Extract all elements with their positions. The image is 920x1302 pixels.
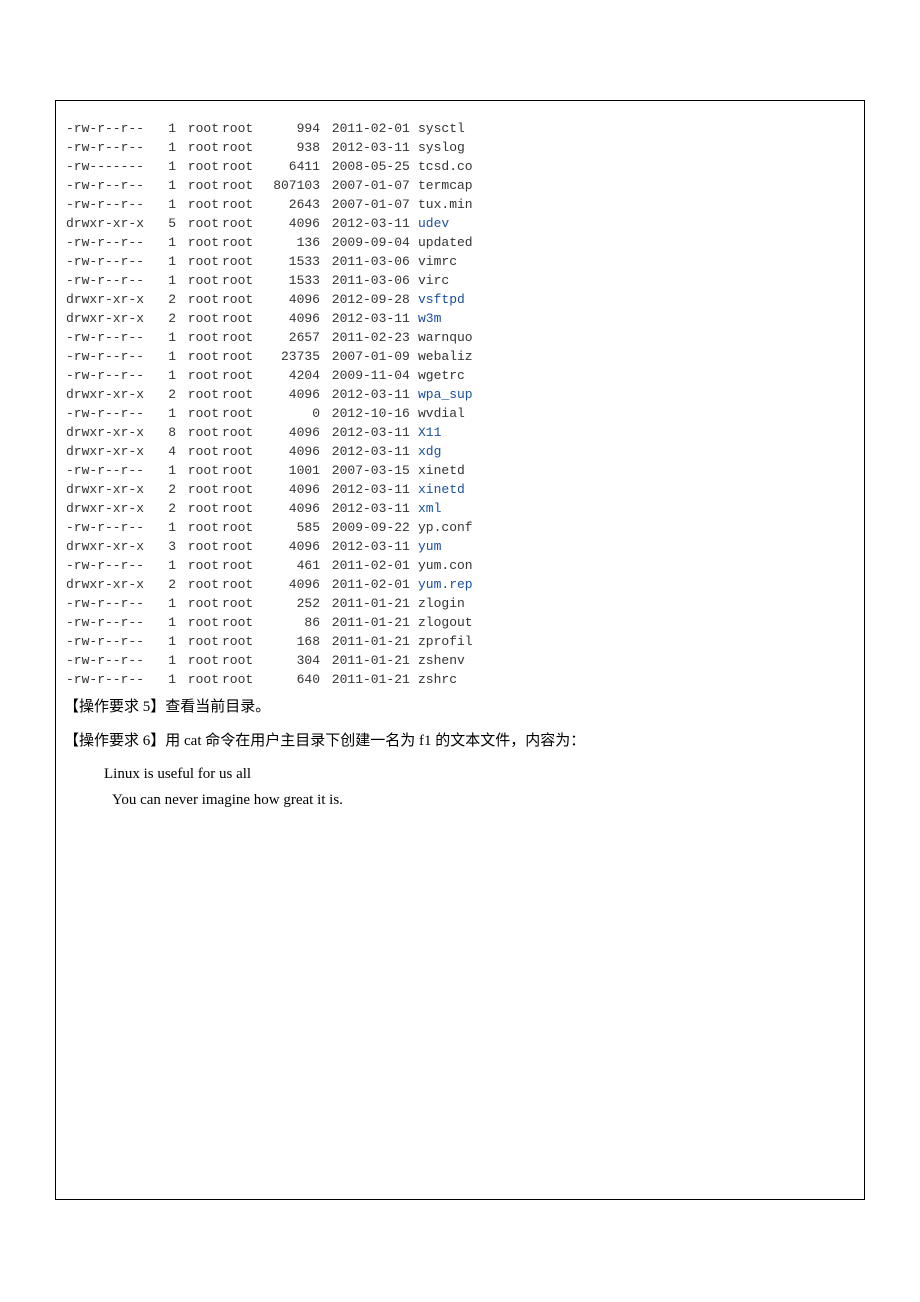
listing-row: -rw-r--r--1 rootroot585 2009-09-22yp.con… [66,518,486,537]
listing-row: drwxr-xr-x2 rootroot4096 2012-03-11w3m [66,309,486,328]
listing-row: drwxr-xr-x2 rootroot4096 2011-02-01yum.r… [66,575,486,594]
listing-row: -rw-------1 rootroot6411 2008-05-25tcsd.… [66,157,486,176]
task-5: 【操作要求 5】查看当前目录。 [64,695,864,719]
file-name: syslog [414,138,465,157]
terminal-listing: -rw-r--r--1 rootroot994 2011-02-01sysctl… [56,119,486,689]
listing-row: -rw-r--r--1 rootroot304 2011-01-21zshenv [66,651,486,670]
file-name: webaliz [414,347,473,366]
file-name: sysctl [414,119,465,138]
dir-name: xinetd [414,480,465,499]
file-name: virc [414,271,449,290]
dir-name: xdg [414,442,441,461]
listing-row: -rw-r--r--1 rootroot4204 2009-11-04wgetr… [66,366,486,385]
file-name: wvdial [414,404,465,423]
listing-row: -rw-r--r--1 rootroot461 2011-02-01yum.co… [66,556,486,575]
listing-row: -rw-r--r--1 rootroot252 2011-01-21zlogin [66,594,486,613]
page: -rw-r--r--1 rootroot994 2011-02-01sysctl… [0,0,920,1302]
dir-name: wpa_sup [414,385,473,404]
dir-name: udev [414,214,449,233]
file-content-line-2: You can never imagine how great it is. [112,787,864,813]
dir-name: vsftpd [414,290,465,309]
listing-row: -rw-r--r--1 rootroot1001 2007-03-15xinet… [66,461,486,480]
listing-row: drwxr-xr-x4 rootroot4096 2012-03-11xdg [66,442,486,461]
listing-row: drwxr-xr-x2 rootroot4096 2012-03-11xml [66,499,486,518]
file-name: tux.min [414,195,473,214]
listing-row: -rw-r--r--1 rootroot2657 2011-02-23warnq… [66,328,486,347]
listing-row: -rw-r--r--1 rootroot1533 2011-03-06virc [66,271,486,290]
listing-row: drwxr-xr-x5 rootroot4096 2012-03-11udev [66,214,486,233]
listing-row: -rw-r--r--1 rootroot1533 2011-03-06vimrc [66,252,486,271]
listing-row: -rw-r--r--1 rootroot994 2011-02-01sysctl [66,119,486,138]
listing-row: -rw-r--r--1 rootroot23735 2007-01-09weba… [66,347,486,366]
listing-row: drwxr-xr-x3 rootroot4096 2012-03-11yum [66,537,486,556]
file-name: zshrc [414,670,457,689]
dir-name: yum.rep [414,575,473,594]
content-frame: -rw-r--r--1 rootroot994 2011-02-01sysctl… [55,100,865,1200]
file-name: zlogout [414,613,473,632]
file-name: wgetrc [414,366,465,385]
file-name: xinetd [414,461,465,480]
listing-row: drwxr-xr-x8 rootroot4096 2012-03-11X11 [66,423,486,442]
listing-row: -rw-r--r--1 rootroot2643 2007-01-07tux.m… [66,195,486,214]
listing-row: -rw-r--r--1 rootroot807103 2007-01-07ter… [66,176,486,195]
file-content-line-1: Linux is useful for us all [104,761,864,787]
file-name: warnquo [414,328,473,347]
file-name: yum.con [414,556,473,575]
listing-row: drwxr-xr-x2 rootroot4096 2012-03-11xinet… [66,480,486,499]
dir-name: w3m [414,309,441,328]
listing-row: -rw-r--r--1 rootroot938 2012-03-11syslog [66,138,486,157]
file-name: yp.conf [414,518,473,537]
dir-name: xml [414,499,441,518]
task-6: 【操作要求 6】用 cat 命令在用户主目录下创建一名为 f1 的文本文件，内容… [64,729,864,753]
file-name: updated [414,233,473,252]
listing-row: drwxr-xr-x2 rootroot4096 2012-09-28vsftp… [66,290,486,309]
listing-row: -rw-r--r--1 rootroot86 2011-01-21zlogout [66,613,486,632]
listing-row: -rw-r--r--1 rootroot136 2009-09-04update… [66,233,486,252]
listing-row: -rw-r--r--1 rootroot0 2012-10-16wvdial [66,404,486,423]
dir-name: X11 [414,423,441,442]
file-name: vimrc [414,252,457,271]
file-name: tcsd.co [414,157,473,176]
file-name: zlogin [414,594,465,613]
listing-row: -rw-r--r--1 rootroot168 2011-01-21zprofi… [66,632,486,651]
file-name: zprofil [414,632,473,651]
dir-name: yum [414,537,441,556]
listing-row: -rw-r--r--1 rootroot640 2011-01-21zshrc [66,670,486,689]
listing-row: drwxr-xr-x2 rootroot4096 2012-03-11wpa_s… [66,385,486,404]
file-name: termcap [414,176,473,195]
file-name: zshenv [414,651,465,670]
